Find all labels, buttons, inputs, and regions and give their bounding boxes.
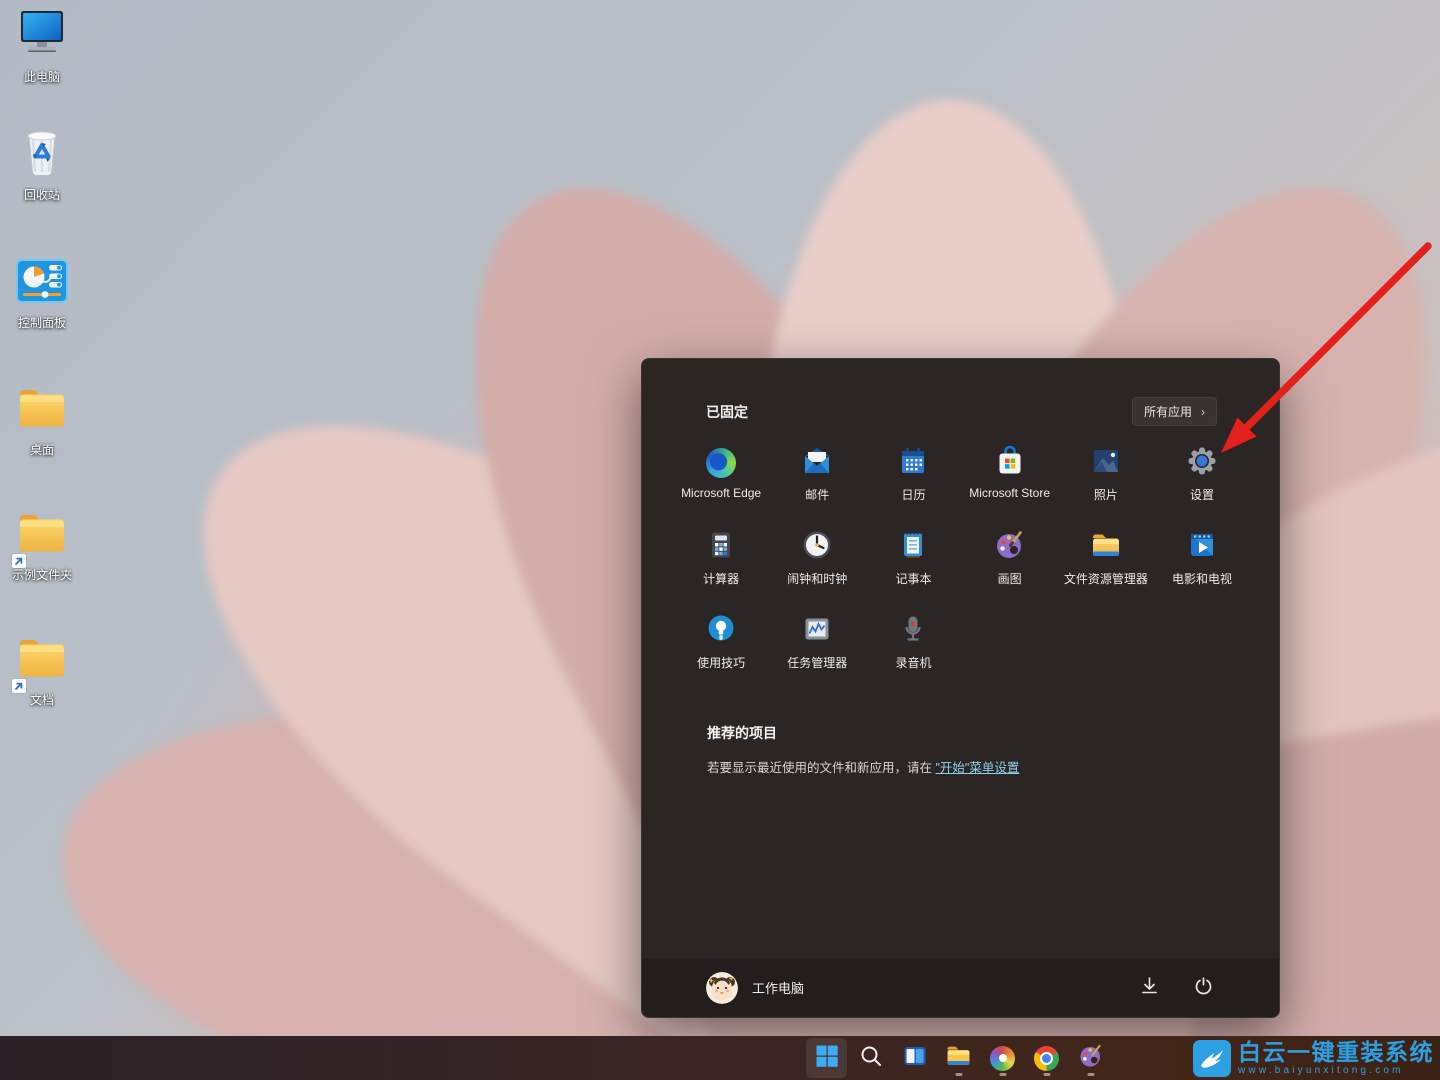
edge-icon — [706, 448, 736, 478]
windows-start-icon — [815, 1044, 839, 1073]
recycle-bin-icon — [14, 123, 70, 186]
pinned-apps-grid: Microsoft Edge 邮件 — [673, 435, 1250, 687]
mail-icon — [801, 445, 833, 482]
app-tile-task-manager[interactable]: 任务管理器 — [769, 603, 865, 687]
file-explorer-button[interactable] — [938, 1038, 979, 1078]
desktop-icon-control-panel[interactable]: 控制面板 — [2, 256, 82, 331]
app-tile-calendar[interactable]: 日历 — [865, 435, 961, 519]
tips-icon — [705, 613, 737, 650]
app-tile-store[interactable]: Microsoft Store — [962, 435, 1058, 519]
desktop-icon-sample-folder[interactable]: 示例文件夹 — [2, 508, 82, 583]
taskbar: 白云一键重装系统 www.baiyunxitong.com — [0, 1036, 1440, 1080]
app-tile-file-explorer[interactable]: 文件资源管理器 — [1058, 519, 1154, 603]
desktop-icon-this-pc[interactable]: 此电脑 — [2, 10, 82, 85]
store-icon — [994, 445, 1026, 482]
app-tile-paint[interactable]: 画图 — [962, 519, 1058, 603]
voice-recorder-icon — [897, 613, 929, 650]
user-name[interactable]: 工作电脑 — [752, 978, 804, 997]
watermark-title: 白云一键重装系统 — [1238, 1041, 1434, 1064]
paint-button[interactable] — [1070, 1038, 1111, 1078]
photos-button[interactable] — [982, 1038, 1023, 1078]
task-manager-icon — [801, 613, 833, 650]
power-button[interactable] — [1185, 970, 1221, 1006]
user-avatar[interactable] — [706, 972, 738, 1004]
clock-icon — [801, 529, 833, 566]
app-tile-clock[interactable]: 闹钟和时钟 — [769, 519, 865, 603]
app-tile-mail[interactable]: 邮件 — [769, 435, 865, 519]
start-menu-user-bar: 工作电脑 — [642, 957, 1279, 1017]
shortcut-arrow-icon — [12, 554, 26, 568]
watermark: 白云一键重装系统 www.baiyunxitong.com — [1193, 1040, 1434, 1077]
desktop-icon-label: 示例文件夹 — [2, 569, 82, 583]
app-tile-notepad[interactable]: 记事本 — [865, 519, 961, 603]
settings-gear-icon — [1186, 445, 1218, 482]
desktop-icon-recycle-bin[interactable]: 回收站 — [2, 128, 82, 203]
search-button[interactable] — [850, 1038, 891, 1078]
folder-icon — [12, 380, 72, 441]
notepad-icon — [897, 529, 929, 566]
search-icon — [859, 1044, 883, 1073]
shortcut-arrow-icon — [12, 679, 26, 693]
app-tile-movies-tv[interactable]: 电影和电视 — [1154, 519, 1250, 603]
this-pc-icon — [12, 5, 72, 68]
all-apps-button[interactable]: 所有应用 › — [1132, 397, 1217, 426]
desktop-icon-label: 回收站 — [2, 189, 82, 203]
desktop-icon-desktop-folder[interactable]: 桌面 — [2, 383, 82, 458]
calendar-icon — [897, 445, 929, 482]
control-panel-icon — [11, 253, 73, 314]
app-tile-settings[interactable]: 设置 — [1154, 435, 1250, 519]
file-explorer-icon — [1090, 529, 1122, 566]
app-tile-edge[interactable]: Microsoft Edge — [673, 435, 769, 519]
calculator-icon — [705, 529, 737, 566]
desktop-icon-label: 此电脑 — [2, 71, 82, 85]
start-menu: 已固定 所有应用 › Microsoft Edge 邮件 — [641, 358, 1280, 1018]
chevron-right-icon: › — [1201, 405, 1205, 419]
app-tile-photos[interactable]: 照片 — [1058, 435, 1154, 519]
watermark-url: www.baiyunxitong.com — [1238, 1066, 1434, 1076]
recommended-text: 若要显示最近使用的文件和新应用，请在 "开始"菜单设置 — [707, 757, 1019, 776]
photos-pinwheel-icon — [990, 1046, 1015, 1071]
desktop-icon-label: 桌面 — [2, 444, 82, 458]
photos-icon — [1090, 445, 1122, 482]
recommended-section-title: 推荐的项目 — [707, 723, 777, 743]
app-tile-voice-recorder[interactable]: 录音机 — [865, 603, 961, 687]
running-indicator — [1087, 1073, 1094, 1076]
running-indicator — [999, 1073, 1006, 1076]
running-indicator — [955, 1073, 962, 1076]
watermark-bird-icon — [1193, 1040, 1231, 1077]
pinned-section-title: 已固定 — [706, 402, 748, 422]
download-icon — [1140, 976, 1159, 1000]
app-tile-tips[interactable]: 使用技巧 — [673, 603, 769, 687]
downloads-button[interactable] — [1131, 970, 1167, 1006]
chrome-icon — [1034, 1046, 1059, 1071]
paint-icon — [1078, 1043, 1104, 1074]
start-button[interactable] — [806, 1038, 847, 1078]
file-explorer-icon — [945, 1042, 972, 1074]
desktop-screen: 此电脑 回收站 — [0, 0, 1440, 1080]
running-indicator — [1043, 1073, 1050, 1076]
desktop-icon-label: 文档 — [2, 694, 82, 708]
desktop-icon-label: 控制面板 — [2, 317, 82, 331]
task-view-button[interactable] — [894, 1038, 935, 1078]
paint-icon — [994, 529, 1026, 566]
app-tile-calculator[interactable]: 计算器 — [673, 519, 769, 603]
start-settings-link[interactable]: "开始"菜单设置 — [935, 761, 1019, 775]
power-icon — [1194, 976, 1213, 1000]
desktop-icon-documents[interactable]: 文档 — [2, 633, 82, 708]
task-view-icon — [902, 1043, 928, 1074]
movies-tv-icon — [1186, 529, 1218, 566]
chrome-button[interactable] — [1026, 1038, 1067, 1078]
